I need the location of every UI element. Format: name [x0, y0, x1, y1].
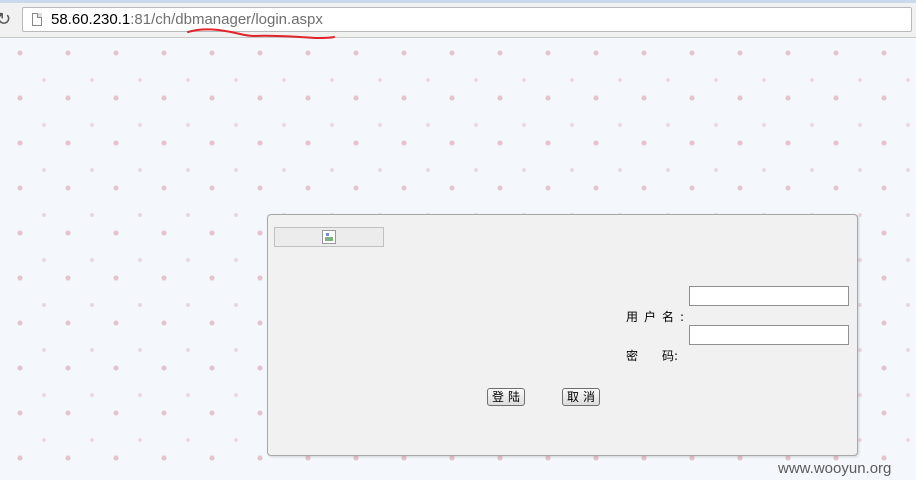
address-bar[interactable]: 58.60.230.1:81/ch/dbmanager/login.aspx — [22, 7, 912, 32]
password-label-char1: 密 — [626, 349, 639, 363]
login-panel: 用户名: 密 码: 登陆 取消 — [267, 214, 858, 456]
annotation-underline — [187, 28, 335, 40]
logo-image — [274, 227, 384, 247]
password-input[interactable] — [689, 325, 849, 345]
login-button[interactable]: 登陆 — [487, 388, 525, 406]
password-label: 密 码: — [626, 347, 678, 364]
broken-image-icon — [322, 230, 336, 244]
page-icon — [32, 13, 42, 26]
username-input[interactable] — [689, 286, 849, 306]
password-label-char2: 码: — [662, 349, 679, 363]
cancel-button[interactable]: 取消 — [562, 388, 600, 406]
url-host: 58.60.230.1 — [51, 11, 131, 28]
username-label: 用户名: — [626, 310, 691, 324]
url-path: :81/ch/dbmanager/login.aspx — [130, 11, 323, 28]
reload-icon[interactable]: ↻ — [0, 10, 12, 30]
browser-toolbar: ↻ 58.60.230.1:81/ch/dbmanager/login.aspx — [0, 3, 916, 38]
watermark-text: www.wooyun.org — [778, 460, 892, 477]
